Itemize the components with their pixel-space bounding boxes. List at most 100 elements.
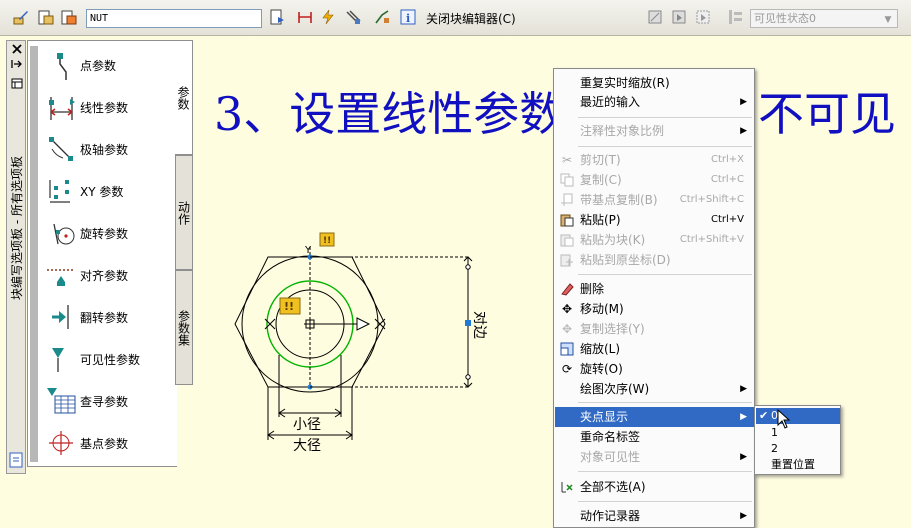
palette-item-lookup-parameter[interactable]: 查寻参数 — [44, 381, 174, 421]
palette-item-label: 翻转参数 — [80, 310, 129, 325]
menu-item-label: 全部不选(A) — [580, 480, 646, 494]
menu-item-rotate[interactable]: ⟳ 旋转(O) — [555, 359, 754, 379]
menu-separator — [578, 146, 752, 147]
edit-block-icon[interactable] — [12, 8, 30, 26]
palette-item-xy-parameter[interactable]: XY 参数 — [44, 171, 174, 211]
submenu-arrow-icon: ▶ — [740, 412, 747, 422]
palette-item-label: XY 参数 — [80, 184, 124, 199]
linear-parameter-icon — [44, 91, 78, 123]
copy-base-point-icon — [559, 192, 575, 208]
menu-item-deselect-all[interactable]: 全部不选(A) — [555, 477, 754, 497]
palette-item-label: 线性参数 — [80, 100, 129, 115]
palette-item-label: 对齐参数 — [80, 268, 129, 283]
param-set-icon[interactable] — [344, 8, 362, 26]
menu-item-cut[interactable]: ✂ 剪切(T) Ctrl+X — [555, 150, 754, 170]
menu-item-object-visibility[interactable]: 对象可见性 ▶ — [555, 447, 754, 467]
palette-scroll-gutter[interactable] — [30, 46, 38, 462]
side-dimension-label: 对边 — [471, 311, 487, 339]
palette-item-polar-parameter[interactable]: 极轴参数 — [44, 129, 174, 169]
menu-item-label: 对象可见性 — [580, 450, 641, 464]
submenu-item-grip-0[interactable]: ✔ 0 — [756, 408, 840, 424]
palette-item-label: 旋转参数 — [80, 226, 129, 241]
visibility-state-value: 可见性状态0 — [754, 12, 816, 25]
menu-item-recent-input[interactable]: 最近的输入 ▶ — [555, 92, 754, 112]
menu-item-action-recorder[interactable]: 动作记录器 ▶ — [555, 506, 754, 526]
menu-shortcut: Ctrl+Shift+V — [679, 234, 744, 245]
close-icon — [12, 44, 22, 54]
menu-item-label: 粘贴到原坐标(D) — [580, 253, 671, 267]
menu-item-move[interactable]: ✥ 移动(M) — [555, 299, 754, 319]
palette-item-alignment-parameter[interactable]: 对齐参数 — [44, 255, 174, 295]
close-block-editor-button[interactable]: 关闭块编辑器(C) — [426, 10, 516, 27]
submenu-item-reset-position[interactable]: 重置位置 — [756, 457, 840, 473]
info-icon[interactable]: i — [399, 8, 417, 26]
menu-separator — [578, 402, 752, 403]
palette-item-flip-parameter[interactable]: 翻转参数 — [44, 297, 174, 337]
menu-item-label: 最近的输入 — [580, 95, 641, 109]
menu-item-copy[interactable]: 复制(C) Ctrl+C — [555, 170, 754, 190]
properties-icon — [11, 78, 23, 89]
deselect-all-icon — [559, 479, 575, 495]
menu-item-erase[interactable]: 删除 — [555, 279, 754, 299]
slide-heading-right: 不可见 — [758, 87, 896, 141]
save-as-icon[interactable] — [60, 8, 78, 26]
alignment-parameter-icon — [44, 259, 78, 291]
tab-parameters[interactable]: 参数 — [175, 40, 193, 155]
block-name-field[interactable]: NUT — [86, 9, 262, 28]
menu-item-label: 删除 — [580, 282, 605, 296]
visibility-show-icon[interactable] — [670, 8, 688, 26]
nut-drawing[interactable]: Y !! !! 对边 小径 大径 — [225, 225, 515, 460]
manage-visibility-icon[interactable] — [726, 8, 744, 26]
menu-shortcut: Ctrl+C — [710, 174, 744, 185]
tab-actions[interactable]: 动作 — [175, 155, 193, 270]
tab-parameter-sets[interactable]: 参数集 — [175, 270, 193, 385]
checkmark-icon: ✔ — [759, 409, 769, 422]
menu-item-paste[interactable]: 粘贴(P) Ctrl+V — [555, 210, 754, 230]
menu-item-rename-label[interactable]: 重命名标签 — [555, 427, 754, 447]
grip-display-submenu: ✔ 0 1 2 重置位置 — [754, 405, 841, 475]
submenu-item-grip-2[interactable]: 2 — [756, 441, 840, 457]
move-icon: ✥ — [561, 302, 573, 316]
flip-parameter-icon — [44, 301, 78, 333]
palette-item-rotation-parameter[interactable]: 旋转参数 — [44, 213, 174, 253]
menu-item-scale[interactable]: 缩放(L) — [555, 339, 754, 359]
palette-item-point-parameter[interactable]: 点参数 — [44, 45, 174, 85]
menu-item-repeat-zoom[interactable]: 重复实时缩放(R) — [555, 73, 754, 93]
menu-item-label: 重命名标签 — [580, 430, 641, 444]
submenu-arrow-icon: ▶ — [740, 511, 747, 521]
save-block-icon[interactable] — [37, 8, 55, 26]
menu-separator — [578, 471, 752, 472]
menu-item-paste-original-coords[interactable]: 粘贴到原坐标(D) — [555, 250, 754, 270]
palette-settings-icon[interactable] — [8, 451, 26, 471]
menu-item-label: 重复实时缩放(R) — [580, 76, 670, 90]
visibility-toggle-icon[interactable] — [646, 8, 664, 26]
mouse-cursor-icon — [777, 409, 791, 429]
palette-item-base-point-parameter[interactable]: 基点参数 — [44, 423, 174, 463]
slide-heading-left: 3、设置线性参数的 — [214, 87, 612, 141]
authoring-palettes-icon[interactable] — [268, 8, 286, 26]
auto-hide-icon — [11, 60, 22, 68]
action-icon[interactable] — [319, 8, 337, 26]
visibility-state-select[interactable]: 可见性状态0 ▼ — [750, 9, 898, 28]
visibility-hide-icon[interactable] — [694, 8, 712, 26]
menu-item-copy-with-base-point[interactable]: 带基点复制(B) Ctrl+Shift+C — [555, 190, 754, 210]
menu-item-copy-selection[interactable]: ✥ 复制选择(Y) — [555, 319, 754, 339]
menu-separator — [578, 501, 752, 502]
menu-item-label: 带基点复制(B) — [580, 193, 658, 207]
palette-item-visibility-parameter[interactable]: 可见性参数 — [44, 339, 174, 379]
menu-separator — [578, 274, 752, 275]
menu-item-label: 复制选择(Y) — [580, 322, 645, 336]
menu-item-annotative-scale[interactable]: 注释性对象比例 ▶ — [555, 121, 754, 141]
attribute-icon[interactable] — [373, 8, 391, 26]
menu-item-grip-display[interactable]: 夹点显示 ▶ — [555, 407, 754, 427]
scissors-icon: ✂ — [561, 153, 573, 167]
palette-item-linear-parameter[interactable]: 线性参数 — [44, 87, 174, 127]
submenu-item-grip-1[interactable]: 1 — [756, 425, 840, 441]
tab-label: 动作 — [176, 200, 191, 225]
palette-title: 块编写选项板 - 所有选项板 — [10, 156, 24, 300]
menu-item-paste-as-block[interactable]: 粘贴为块(K) Ctrl+Shift+V — [555, 230, 754, 250]
chevron-down-icon[interactable]: ▼ — [881, 12, 895, 25]
parameter-icon[interactable] — [296, 8, 314, 26]
point-parameter-icon — [44, 49, 78, 81]
menu-item-draw-order[interactable]: 绘图次序(W) ▶ — [555, 379, 754, 399]
